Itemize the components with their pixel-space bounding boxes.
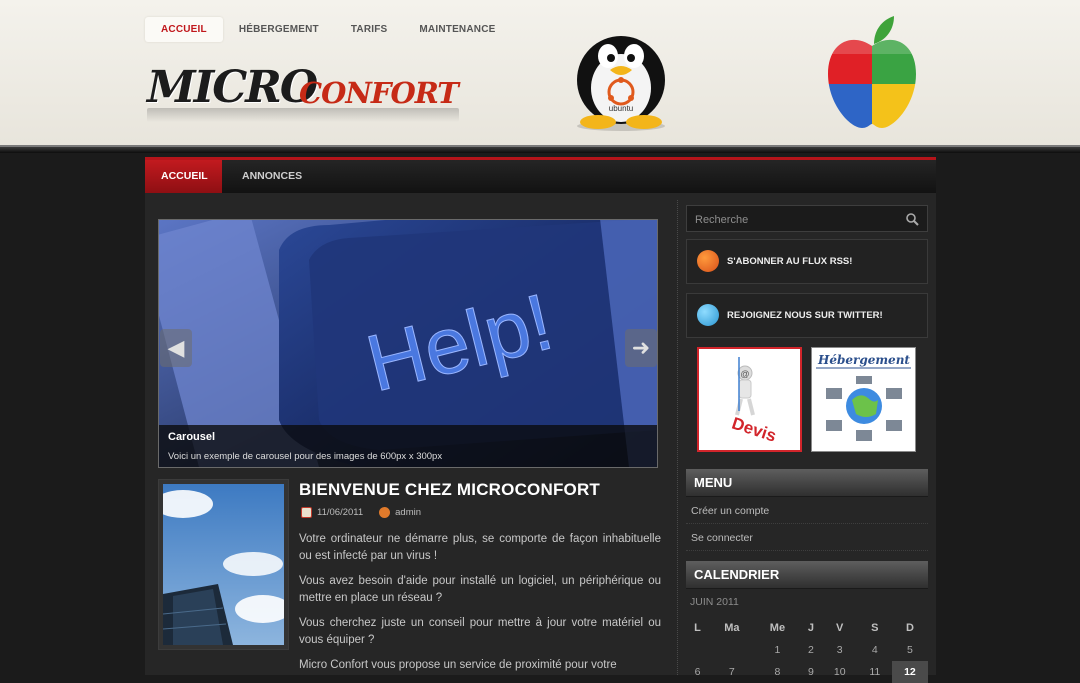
arrow-right-icon[interactable]: ➜ [625,329,657,367]
rss-icon [697,250,719,272]
calendar-month: JUIN 2011 [690,596,739,608]
calendar-weekday: V [836,622,844,634]
header-divider [0,145,1080,153]
calendar-table: L Ma Me J V S D 1 2 3 4 5 6 7 8 9 10 11 … [686,617,928,683]
calendar-day: 4 [871,644,878,656]
calendar-day [709,639,755,661]
post-date: 11/06/2011 [317,507,364,518]
svg-text:Hébergement: Hébergement [817,353,910,367]
login-link[interactable]: Se connecter [686,525,928,551]
arrow-left-icon[interactable]: ◀ [160,329,192,367]
calendar-day: 9 [808,666,814,678]
banner-devis[interactable]: @ Devis [697,347,802,452]
post-paragraph: Vous cherchez juste un conseil pour mett… [299,617,661,646]
create-account-link[interactable]: Créer un compte [686,498,928,524]
carousel-caption-title: Carousel [168,431,216,443]
calendar-weekday: S [871,622,879,634]
top-nav-item-tarifs[interactable]: TARIFS [335,17,404,42]
twitter-follow-box[interactable]: REJOIGNEZ NOUS SUR TWITTER! [686,293,928,338]
calendar-weekday: L [694,622,701,634]
top-nav-item-accueil[interactable]: ACCUEIL [145,17,223,42]
logo-text-micro: MICRO [147,62,318,113]
search-box [686,205,928,232]
calendar-day: 3 [836,644,843,656]
calendar-day: 8 [774,666,781,678]
calendar-day: 1 [774,644,781,656]
calendar-icon [301,507,312,518]
calendar-day: 5 [906,644,913,656]
top-nav: ACCUEIL HÉBERGEMENT TARIFS MAINTENANCE [145,17,512,42]
calendar-day: 6 [694,666,701,678]
sidebar-separator [677,200,678,675]
calendar-day: 11 [869,666,881,678]
main-nav: ACCUEIL ANNONCES [145,157,936,193]
banner-hebergement[interactable]: Hébergement [811,347,916,452]
tux-penguin-icon: ubuntu [577,36,665,131]
carousel-caption: Carousel Voici un exemple de carousel po… [159,425,657,467]
main-nav-item-accueil[interactable]: ACCUEIL [145,160,222,193]
search-input[interactable] [693,211,897,228]
svg-text:Devis: Devis [730,414,779,446]
calendar-day: 10 [833,666,846,678]
calendar-weekday: Ma [724,622,740,634]
site-header: ACCUEIL HÉBERGEMENT TARIFS MAINTENANCE M… [0,0,1080,145]
calendar-widget-title: CALENDRIER [686,561,928,589]
post-paragraph: Vous avez besoin d'aide pour installé un… [299,575,661,604]
menu-widget-title: MENU [686,469,928,497]
main-nav-item-annonces[interactable]: ANNONCES [226,160,318,193]
post-paragraph: Votre ordinateur ne démarre plus, se com… [299,533,661,562]
rss-subscribe-box[interactable]: S'ABONNER AU FLUX RSS! [686,239,928,284]
svg-text:ubuntu: ubuntu [609,104,633,113]
calendar-day: 2 [808,644,814,656]
apple-logo-icon [828,16,916,128]
search-icon[interactable] [906,213,919,226]
logo-reflection [147,108,459,122]
user-icon [379,507,391,518]
post-title[interactable]: BIENVENUE CHEZ MICROCONFORT [299,480,600,500]
rss-subscribe-label: S'ABONNER AU FLUX RSS! [727,256,853,267]
svg-text:@: @ [740,369,749,379]
twitter-follow-label: REJOIGNEZ NOUS SUR TWITTER! [727,310,883,321]
post-body: Votre ordinateur ne démarre plus, se com… [299,531,661,683]
calendar-weekday: Me [769,622,786,634]
calendar-day [686,639,709,661]
calendar-day-today[interactable]: 12 [891,661,928,683]
calendar-weekday: D [905,622,914,634]
logo-text-confort: CONFORT [299,76,459,110]
building-sky-image [153,484,291,645]
post-author[interactable]: admin [395,507,421,518]
post-paragraph: Micro Confort vous propose un service de… [299,659,617,671]
carousel-caption-text: Voici un exemple de carousel pour des im… [168,451,443,462]
post-meta: 11/06/2011 admin [301,507,421,518]
calendar-day: 7 [728,666,735,678]
calendar-weekday: J [807,622,815,634]
post-thumbnail[interactable] [153,479,291,650]
top-nav-item-hebergement[interactable]: HÉBERGEMENT [223,17,335,42]
top-nav-item-maintenance[interactable]: MAINTENANCE [403,17,511,42]
twitter-icon [697,304,719,326]
